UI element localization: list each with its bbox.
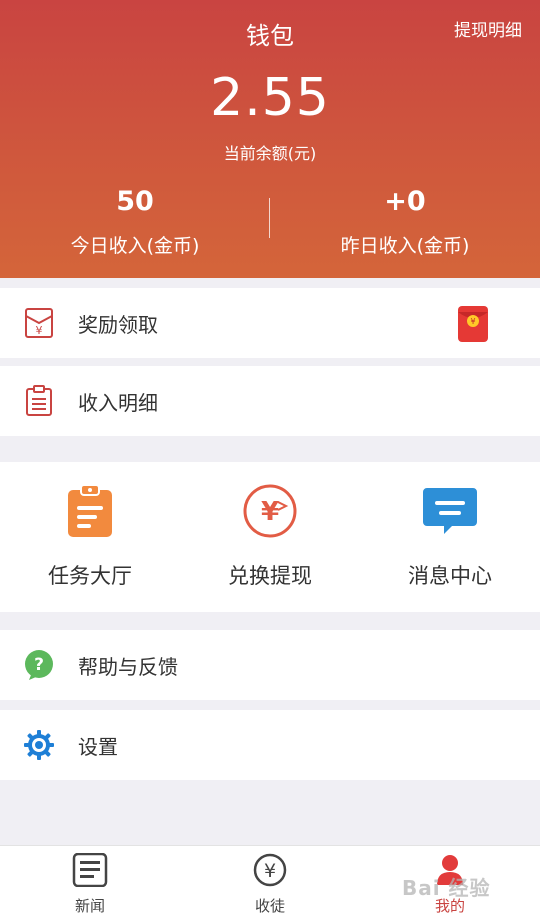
today-income-value: 50 (116, 186, 154, 217)
settings-row[interactable]: 设置 (0, 710, 540, 780)
tab-apprentice[interactable]: ¥ 收徒 (180, 846, 360, 920)
red-packet-icon: ¥ (458, 306, 488, 346)
task-hall-button[interactable]: 任务大厅 (0, 462, 180, 612)
tab-news-label: 新闻 (74, 897, 105, 915)
svg-text:¥: ¥ (264, 860, 276, 882)
tab-apprentice-label: 收徒 (254, 897, 285, 915)
balance-label: 当前余额(元) (223, 144, 317, 163)
reward-claim-label: 奖励领取 (78, 312, 158, 337)
svg-text:¥: ¥ (470, 317, 475, 326)
yuan-coin-icon: ¥ (252, 853, 288, 891)
yesterday-income-value: +0 (384, 186, 426, 217)
news-icon (72, 852, 108, 891)
exchange-yuan-icon: ¥ (242, 484, 298, 542)
help-feedback-row[interactable]: ? 帮助与反馈 (0, 630, 540, 700)
task-clipboard-icon (67, 484, 113, 542)
settings-label: 设置 (78, 734, 118, 759)
gear-icon (0, 729, 78, 761)
tab-news[interactable]: 新闻 (0, 846, 180, 920)
clipboard-list-icon (0, 385, 78, 417)
income-detail-row[interactable]: 收入明细 (0, 366, 540, 436)
svg-text:¥: ¥ (261, 497, 279, 527)
message-bubble-icon (422, 484, 478, 542)
withdraw-detail-link[interactable]: 提现明细 (454, 16, 522, 41)
wallet-header: 钱包 提现明细 2.55 当前余额(元) 50 今日收入(金币) +0 昨日收入… (0, 0, 540, 278)
exchange-withdraw-button[interactable]: ¥ 兑换提现 (180, 462, 360, 612)
svg-text:?: ? (34, 655, 44, 675)
yesterday-income-label: 昨日收入(金币) (340, 235, 470, 257)
balance-value: 2.55 (210, 68, 330, 128)
exchange-withdraw-label: 兑换提现 (228, 564, 312, 588)
feature-grid: 任务大厅 ¥ 兑换提现 消息中心 (0, 462, 540, 612)
today-income: 50 今日收入(金币) (0, 186, 270, 258)
help-question-icon: ? (0, 649, 78, 681)
income-detail-label: 收入明细 (78, 390, 158, 415)
watermark: Bai 经验 (402, 876, 491, 900)
message-center-label: 消息中心 (408, 564, 492, 588)
envelope-yuan-icon: ¥ (0, 307, 78, 339)
help-feedback-label: 帮助与反馈 (78, 654, 178, 679)
today-income-label: 今日收入(金币) (70, 235, 200, 257)
svg-text:¥: ¥ (36, 324, 43, 337)
task-hall-label: 任务大厅 (48, 564, 132, 588)
message-center-button[interactable]: 消息中心 (360, 462, 540, 612)
reward-claim-row[interactable]: ¥ 奖励领取 ¥ (0, 288, 540, 358)
yesterday-income: +0 昨日收入(金币) (270, 186, 540, 258)
